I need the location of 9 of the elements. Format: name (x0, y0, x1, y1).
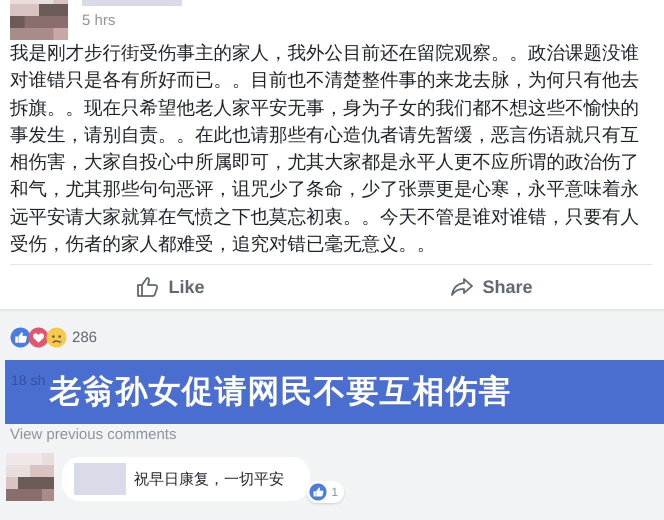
post-text: 我是刚才步行街受伤事主的家人，我外公目前还在留院观察。。政治课题没谁对谁错只是各有所好而已。。目前也不清楚整件事的来龙去脉，为何只有他去拆旗。。现在只希望他老人家平安无事，身为子女的我们都不想这些不愉快的事发生，请别自责。。在此也请那些有心造仇者请先暂缓，恶言伤语就只有互相伤害，大家自投心中所属即可，尤其大家都是永平人更不应所谓的政治伤了和气，尤其那些句句恶评，诅咒少了条命，少了张票更是心寒，永平意味着永远平安请大家就算在气愤之下也莫忘初衷。。今天不管是谁对谁错，只要有人受伤，伤者的家人都难受，追究对错已毫无意义。。 (10, 42, 640, 258)
reaction-count[interactable]: 286 (72, 329, 98, 346)
view-previous-comments-link[interactable]: View previous comments (10, 426, 664, 444)
comment-text: 祝早日康复，一切平安 (134, 470, 284, 489)
share-button[interactable]: Share (331, 271, 652, 304)
like-button[interactable]: Like (10, 271, 331, 304)
headline-text: 老翁孙女促请网民不要互相伤害 (49, 371, 512, 412)
like-count: 1 (331, 485, 338, 500)
post-time[interactable]: 5 hrs (82, 12, 182, 29)
